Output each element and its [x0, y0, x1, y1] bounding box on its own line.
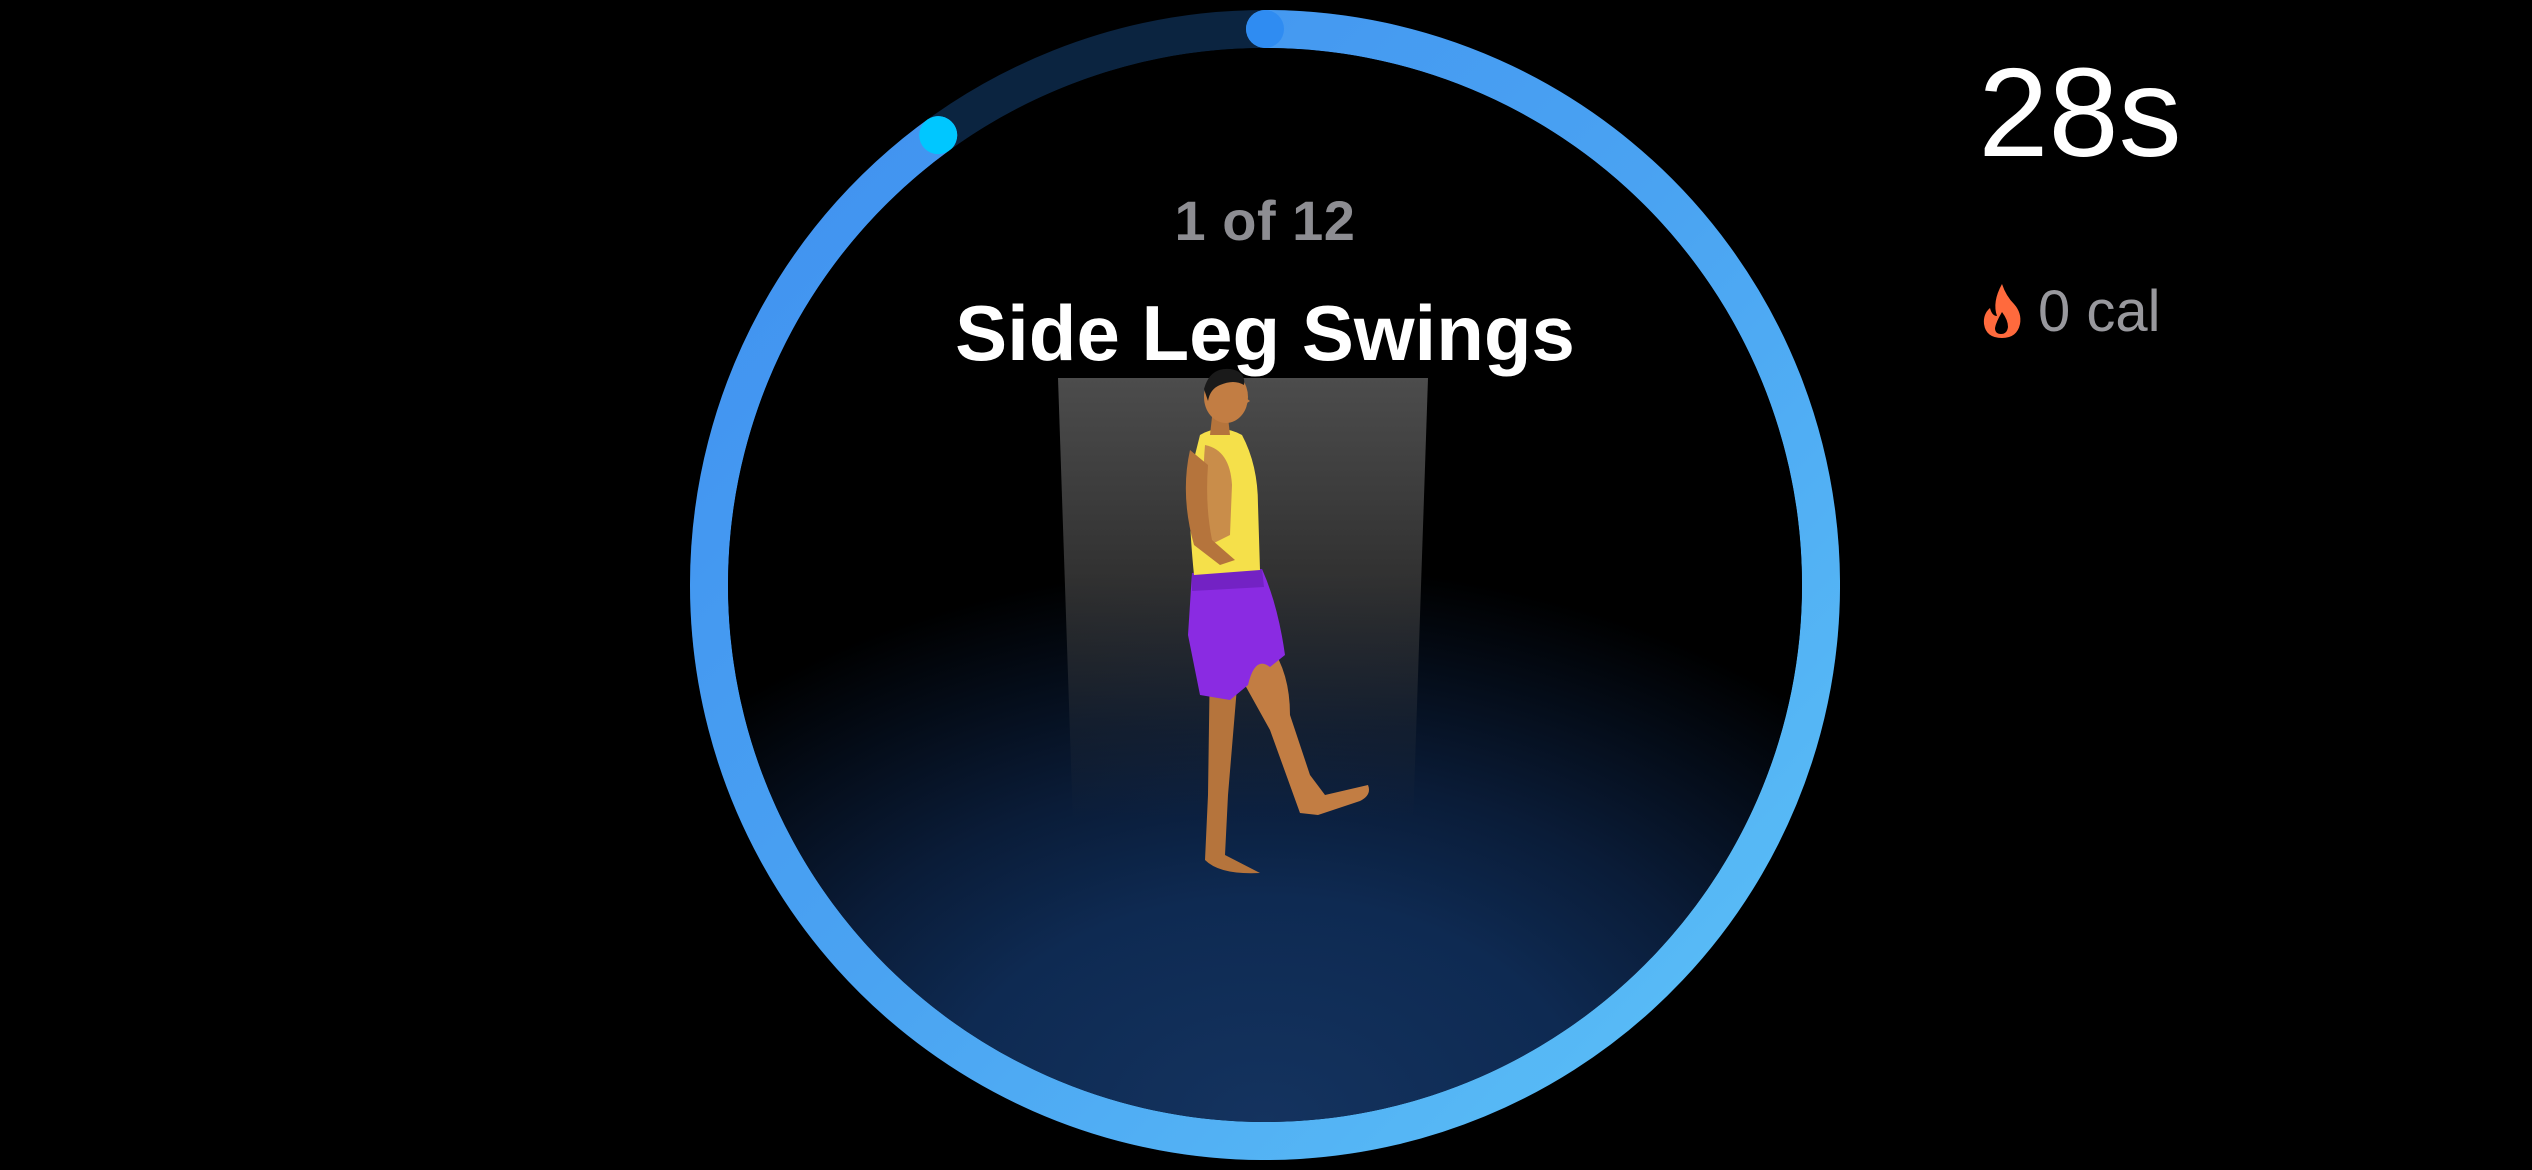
- flame-icon: [1983, 284, 2021, 338]
- calories-value: 0 cal: [2038, 278, 2161, 344]
- workout-screen: 1 of 12 Side Leg Swings 28s 0 cal: [0, 0, 2532, 1170]
- exercise-counter: 1 of 12: [1174, 189, 1356, 252]
- calories-display: 0 cal: [1980, 276, 2161, 346]
- time-remaining: 28s: [1978, 42, 2182, 183]
- exercise-demo-figure: [1185, 368, 1369, 874]
